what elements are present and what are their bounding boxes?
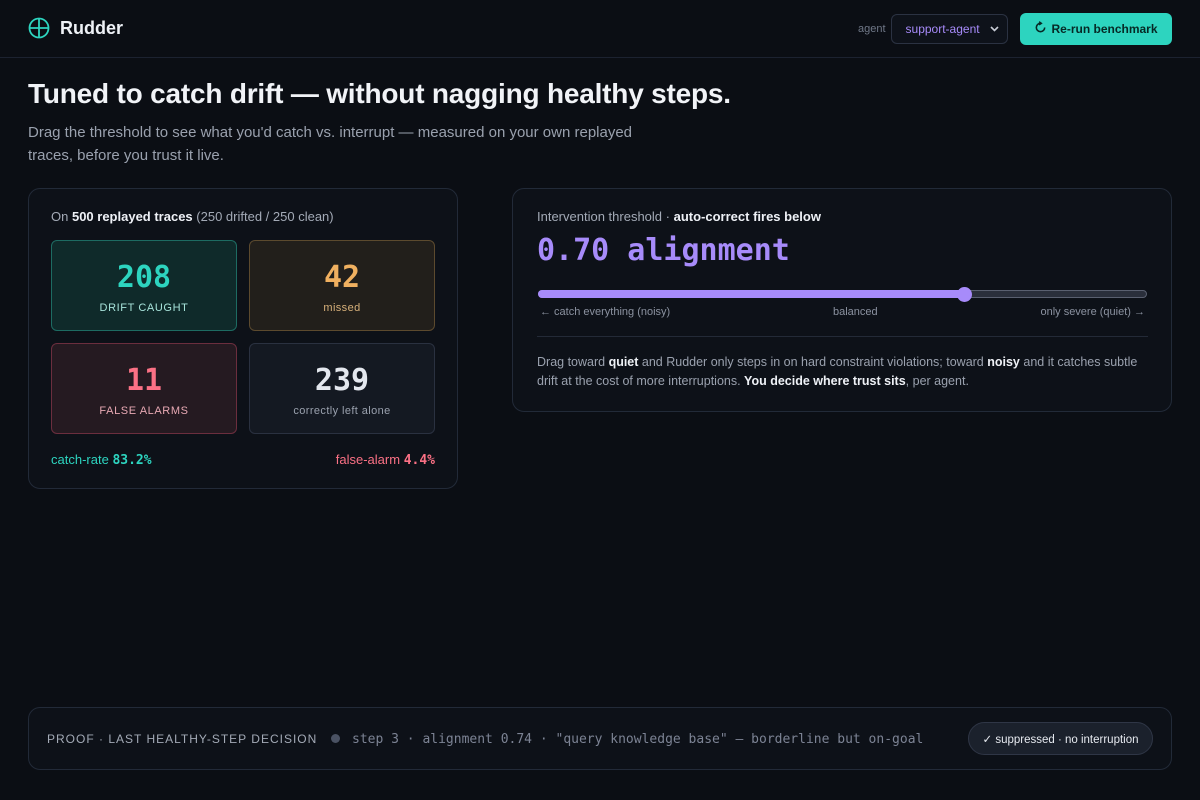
- brand[interactable]: Rudder: [28, 17, 123, 39]
- threshold-card: Intervention threshold · auto-correct fi…: [512, 188, 1172, 412]
- stats-trace-count: 500 replayed traces: [71, 209, 193, 224]
- catch-rate: catch-rate 83.2%: [51, 452, 152, 468]
- desc-quiet: quiet: [608, 355, 639, 369]
- missed-value: 42: [323, 260, 361, 295]
- page-title: Tuned to catch drift — without nagging h…: [28, 78, 731, 109]
- threshold-heading: Intervention threshold · auto-correct fi…: [537, 209, 821, 224]
- left-alone-tile: 239 correctly left alone: [249, 343, 435, 434]
- false-alarms-tile: 11 FALSE ALARMS: [51, 343, 237, 434]
- benchmark-stats-card: On 500 replayed traces (250 drifted / 25…: [28, 188, 458, 489]
- app-name: Rudder: [60, 17, 123, 38]
- proof-bar: PROOF · LAST HEALTHY-STEP DECISION step …: [28, 707, 1172, 770]
- desc-part: Drag toward: [537, 355, 609, 369]
- suppressed-badge: ✓ suppressed · no interruption: [968, 722, 1153, 755]
- agent-select[interactable]: support-agent: [890, 14, 1008, 44]
- agent-label: agent: [858, 23, 886, 35]
- status-dot-icon: [331, 734, 340, 743]
- threshold-label: Intervention threshold: [537, 209, 663, 224]
- desc-strong: You decide where trust sits: [744, 374, 906, 388]
- divider: [537, 336, 1148, 337]
- stats-breakdown: (250 drifted / 250 clean): [196, 209, 334, 224]
- rerun-benchmark-button[interactable]: Re-run benchmark: [1020, 13, 1172, 45]
- threshold-separator: ·: [665, 209, 674, 224]
- proof-label: PROOF · LAST HEALTHY-STEP DECISION: [47, 732, 318, 746]
- stats-heading: On 500 replayed traces (250 drifted / 25…: [51, 209, 334, 224]
- threshold-value: 0.70 alignment: [537, 233, 790, 268]
- false-alarm-rate-label: false-alarm: [335, 452, 401, 467]
- chevron-down-icon: [989, 24, 999, 35]
- threshold-description: Drag toward quiet and Rudder only steps …: [537, 353, 1149, 391]
- page-subtitle: Drag the threshold to see what you'd cat…: [28, 124, 633, 164]
- drift-caught-tile: 208 DRIFT CAUGHT: [51, 240, 237, 331]
- agent-picker: agent support-agent: [858, 14, 1008, 44]
- false-alarm-rate: false-alarm 4.4%: [336, 452, 435, 468]
- agent-select-value: support-agent: [905, 22, 980, 36]
- left-alone-value: 239: [314, 363, 370, 398]
- slider-handle[interactable]: [957, 287, 973, 302]
- desc-part: and Rudder only steps in on hard constra…: [638, 355, 988, 369]
- false-alarms-label: FALSE ALARMS: [99, 405, 189, 417]
- catch-rate-value: 83.2%: [112, 453, 152, 468]
- missed-tile: 42 missed: [249, 240, 435, 331]
- stats-prefix: On: [51, 209, 69, 224]
- drift-caught-label: DRIFT CAUGHT: [99, 302, 189, 314]
- scale-balanced-label: balanced: [833, 306, 878, 318]
- left-alone-label: correctly left alone: [293, 405, 391, 417]
- slider-fill: [538, 290, 965, 298]
- threshold-slider[interactable]: [538, 287, 1147, 302]
- scale-noisy-label: ← catch everything (noisy): [540, 306, 671, 318]
- catch-rate-label: catch-rate: [51, 452, 109, 467]
- proof-detail: step 3 · alignment 0.74 · "query knowled…: [352, 732, 924, 747]
- missed-label: missed: [323, 302, 361, 314]
- desc-part: , per agent.: [905, 374, 969, 388]
- false-alarm-rate-value: 4.4%: [403, 453, 435, 468]
- rerun-label: Re-run benchmark: [1051, 22, 1158, 36]
- threshold-label-strong: auto-correct fires below: [673, 209, 821, 224]
- scale-quiet-label: only severe (quiet) →: [1040, 306, 1145, 318]
- top-bar: Rudder agent support-agent Re-run benchm…: [0, 0, 1200, 58]
- compass-icon: [28, 17, 50, 39]
- desc-noisy: noisy: [987, 355, 1020, 369]
- drift-caught-value: 208: [116, 260, 172, 295]
- refresh-icon: [1034, 21, 1047, 37]
- false-alarms-value: 11: [125, 363, 163, 398]
